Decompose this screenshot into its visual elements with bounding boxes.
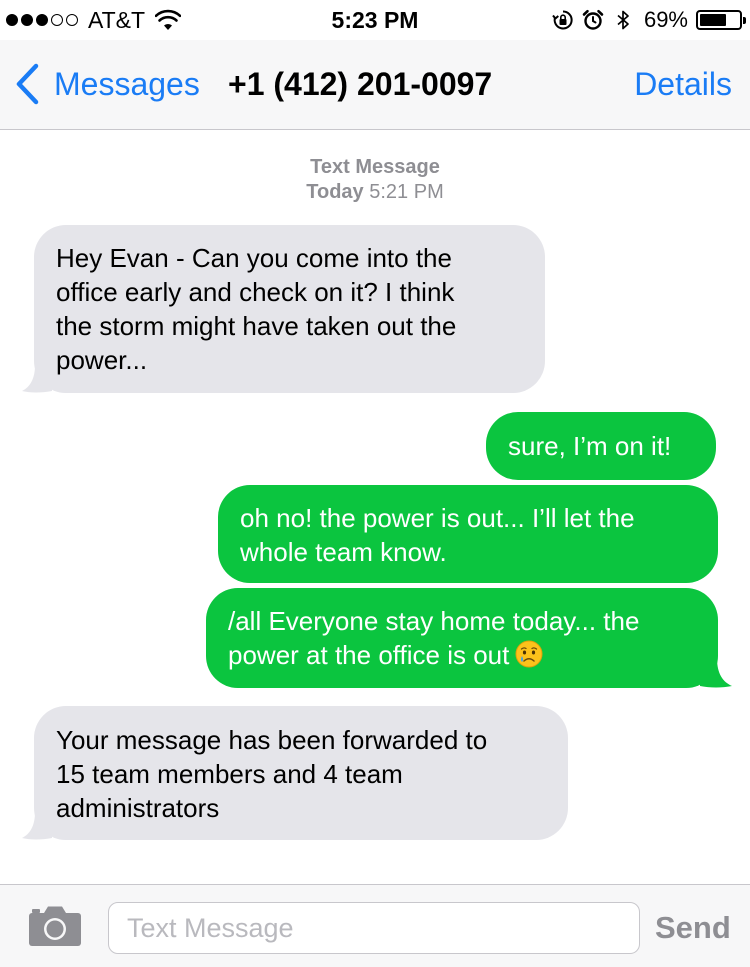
bluetooth-icon bbox=[617, 10, 629, 30]
outgoing-message-bubble[interactable]: sure, I’m on it! bbox=[486, 412, 716, 480]
battery-icon bbox=[696, 10, 746, 30]
bubble-tail bbox=[22, 365, 52, 393]
orientation-lock-icon bbox=[552, 10, 573, 30]
back-button[interactable]: Messages bbox=[14, 62, 200, 106]
conversation-view[interactable]: Text Message Today 5:21 PM Hey Evan - Ca… bbox=[0, 131, 750, 883]
contact-title: +1 (412) 201-0097 bbox=[228, 66, 493, 102]
timestamp-header: Text Message Today 5:21 PM bbox=[0, 155, 750, 205]
timestamp-day: Today bbox=[306, 181, 364, 203]
details-button[interactable]: Details bbox=[634, 62, 732, 106]
message-text: Your message has been forwarded to 15 te… bbox=[56, 725, 488, 823]
outgoing-message-bubble[interactable]: /all Everyone stay home today... the pow… bbox=[206, 588, 732, 688]
navigation-bar: Messages +1 (412) 201-0097 Details bbox=[0, 40, 750, 130]
incoming-message-bubble[interactable]: Your message has been forwarded to 15 te… bbox=[22, 706, 568, 840]
message-input-bar: Send bbox=[0, 884, 750, 967]
outgoing-message-bubble[interactable]: oh no! the power is out... I’ll let the … bbox=[218, 485, 718, 583]
timestamp-time: 5:21 PM bbox=[369, 181, 444, 203]
crying-face-emoji bbox=[515, 640, 543, 668]
message-text: Hey Evan - Can you come into the office … bbox=[56, 243, 457, 375]
chevron-left-icon bbox=[16, 63, 39, 105]
send-button[interactable]: Send bbox=[655, 909, 731, 947]
status-bar-right: 69% bbox=[552, 6, 746, 34]
incoming-message-bubble[interactable]: Hey Evan - Can you come into the office … bbox=[22, 225, 545, 393]
bubble-tail bbox=[700, 658, 732, 688]
status-bar: AT&T 5:23 PM 69% bbox=[0, 0, 750, 40]
message-text: oh no! the power is out... I’ll let the … bbox=[240, 503, 635, 567]
message-text: sure, I’m on it! bbox=[508, 431, 672, 461]
back-button-label: Messages bbox=[54, 66, 200, 102]
battery-fill bbox=[700, 14, 727, 26]
message-text: /all Everyone stay home today... the pow… bbox=[228, 606, 640, 670]
battery-percentage: 69% bbox=[643, 7, 688, 32]
bubble-tail bbox=[22, 812, 52, 840]
battery-nub bbox=[743, 17, 746, 24]
timestamp-type: Text Message bbox=[310, 156, 440, 178]
alarm-icon bbox=[582, 9, 604, 30]
message-text-field[interactable] bbox=[108, 902, 640, 954]
camera-icon[interactable] bbox=[28, 905, 82, 947]
